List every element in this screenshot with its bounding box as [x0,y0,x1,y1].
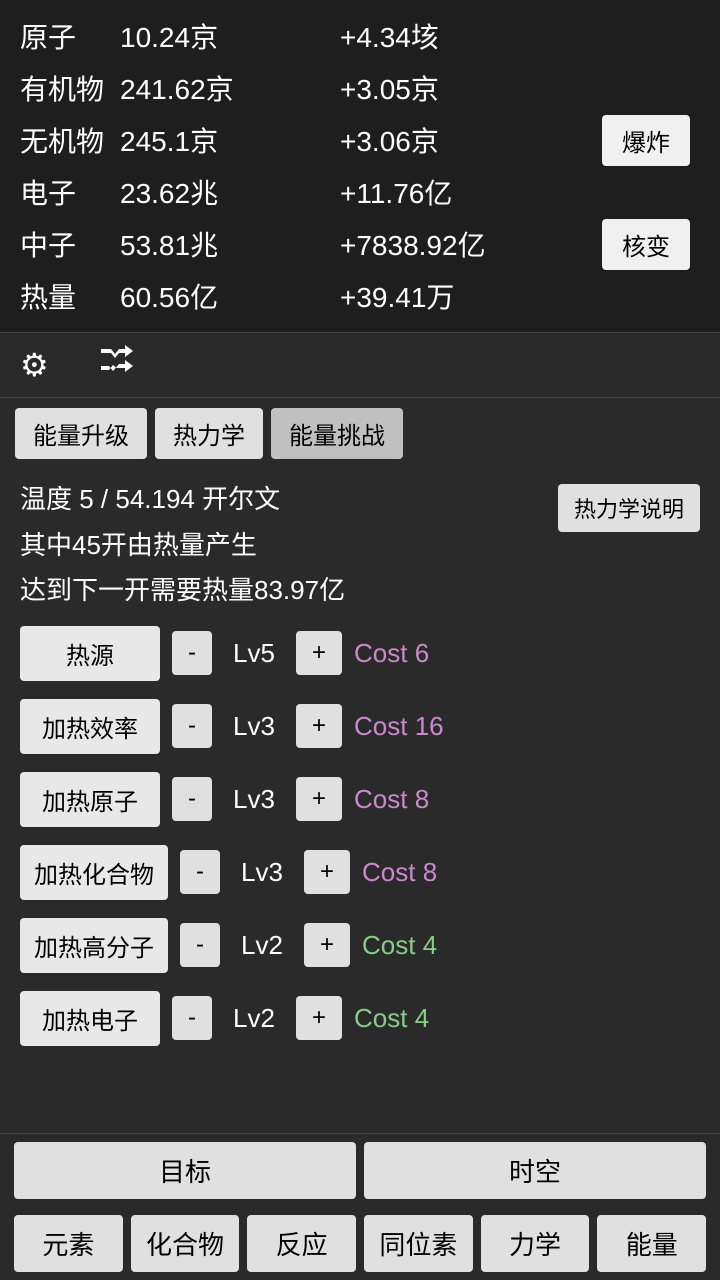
upgrade-row: 加热原子-Lv3 + Cost 8 [20,772,700,827]
stat-rate: +4.34垓 [340,16,560,56]
bottom-nav-button[interactable]: 同位素 [364,1215,473,1272]
upgrade-plus-button[interactable]: + [296,704,342,748]
upgrade-name-button[interactable]: 加热高分子 [20,918,168,973]
upgrade-minus-button[interactable]: - [180,923,220,967]
bottom-nav-button[interactable]: 目标 [14,1142,356,1199]
upgrade-plus-button[interactable]: + [304,850,350,894]
upgrade-name-button[interactable]: 热源 [20,626,160,681]
temp-info-line1: 温度 5 / 54.194 开尔文 [20,479,558,521]
tab-energy-challenge[interactable]: 能量挑战 [271,408,403,459]
upgrade-cost: Cost 8 [362,857,437,888]
stat-rate: +11.76亿 [340,172,560,212]
stat-name: 热量 [20,276,120,316]
stat-row: 热量60.56亿+39.41万 [20,270,700,322]
tab-thermodynamics[interactable]: 热力学 [155,408,263,459]
upgrade-cost: Cost 4 [354,1003,429,1034]
stat-name: 有机物 [20,68,120,108]
temp-info-line2: 其中45开由热量产生 [20,525,558,567]
upgrade-row: 热源-Lv5 + Cost 6 [20,626,700,681]
upgrade-level: Lv2 [224,1003,284,1034]
stat-value: 60.56亿 [120,276,340,316]
upgrade-cost: Cost 6 [354,638,429,669]
stat-name: 无机物 [20,120,120,160]
stat-rate: +3.06京 [340,120,560,160]
thermo-explain-button[interactable]: 热力学说明 [558,484,700,532]
upgrade-minus-button[interactable]: - [172,631,212,675]
bottom-nav-button[interactable]: 能量 [597,1215,706,1272]
stat-value: 10.24京 [120,16,340,56]
info-row: 温度 5 / 54.194 开尔文 其中45开由热量产生 达到下一开需要热量83… [20,479,700,616]
upgrade-minus-button[interactable]: - [172,996,212,1040]
upgrade-minus-button[interactable]: - [172,777,212,821]
upgrade-name-button[interactable]: 加热电子 [20,991,160,1046]
upgrade-cost: Cost 8 [354,784,429,815]
bottom-nav-button[interactable]: 元素 [14,1215,123,1272]
stat-rate: +7838.92亿 [340,224,560,264]
bottom-row-1: 目标时空 [0,1134,720,1207]
upgrade-plus-button[interactable]: + [296,631,342,675]
upgrade-plus-button[interactable]: + [304,923,350,967]
upgrade-row: 加热化合物-Lv3 + Cost 8 [20,845,700,900]
stat-name: 中子 [20,224,120,264]
stat-row: 电子23.62兆+11.76亿 [20,166,700,218]
stat-value: 23.62兆 [120,172,340,212]
upgrade-level: Lv2 [232,930,292,961]
stat-name: 原子 [20,16,120,56]
bottom-row-2: 元素化合物反应同位素力学能量 [0,1207,720,1280]
bottom-nav-button[interactable]: 反应 [247,1215,356,1272]
stat-value: 241.62京 [120,68,340,108]
content-area: 温度 5 / 54.194 开尔文 其中45开由热量产生 达到下一开需要热量83… [0,469,720,1074]
upgrade-level: Lv3 [232,857,292,888]
bottom-nav-button[interactable]: 力学 [481,1215,590,1272]
gear-icon[interactable]: ⚙ [20,346,49,384]
upgrade-name-button[interactable]: 加热原子 [20,772,160,827]
upgrade-minus-button[interactable]: - [172,704,212,748]
upgrade-minus-button[interactable]: - [180,850,220,894]
upgrade-cost: Cost 4 [362,930,437,961]
upgrade-name-button[interactable]: 加热化合物 [20,845,168,900]
stat-value: 245.1京 [120,120,340,160]
stat-rate: +39.41万 [340,276,560,316]
info-texts: 温度 5 / 54.194 开尔文 其中45开由热量产生 达到下一开需要热量83… [20,479,558,616]
upgrades-container: 热源-Lv5+Cost 6加热效率-Lv3+Cost 16加热原子-Lv3+Co… [20,626,700,1046]
bottom-nav-button[interactable]: 时空 [364,1142,706,1199]
stat-action-button[interactable]: 爆炸 [602,115,690,166]
stat-action-button[interactable]: 核变 [602,219,690,270]
stat-name: 电子 [20,172,120,212]
upgrade-plus-button[interactable]: + [296,996,342,1040]
upgrade-name-button[interactable]: 加热效率 [20,699,160,754]
upgrade-level: Lv5 [224,638,284,669]
upgrade-cost: Cost 16 [354,711,444,742]
stat-row: 中子53.81兆+7838.92亿 核变 [20,218,700,270]
stat-row: 原子10.24京+4.34垓 [20,10,700,62]
stat-rate: +3.05京 [340,68,560,108]
upgrade-row: 加热效率-Lv3 + Cost 16 [20,699,700,754]
stat-row: 有机物241.62京+3.05京 [20,62,700,114]
bottom-nav-button[interactable]: 化合物 [131,1215,240,1272]
upgrade-row: 加热电子-Lv2 + Cost 4 [20,991,700,1046]
upgrade-plus-button[interactable]: + [296,777,342,821]
icon-bar: ⚙ [0,332,720,398]
temp-info-line3: 达到下一开需要热量83.97亿 [20,570,558,612]
tab-energy-upgrade[interactable]: 能量升级 [15,408,147,459]
upgrade-level: Lv3 [224,711,284,742]
tab-bar: 能量升级 热力学 能量挑战 [0,398,720,469]
bottom-nav: 目标时空 元素化合物反应同位素力学能量 [0,1133,720,1280]
upgrade-level: Lv3 [224,784,284,815]
stat-value: 53.81兆 [120,224,340,264]
shuffle-icon[interactable] [99,345,139,385]
stat-row: 无机物245.1京+3.06京 爆炸 [20,114,700,166]
upgrade-row: 加热高分子-Lv2 + Cost 4 [20,918,700,973]
stats-section: 原子10.24京+4.34垓有机物241.62京+3.05京无机物245.1京+… [0,0,720,332]
